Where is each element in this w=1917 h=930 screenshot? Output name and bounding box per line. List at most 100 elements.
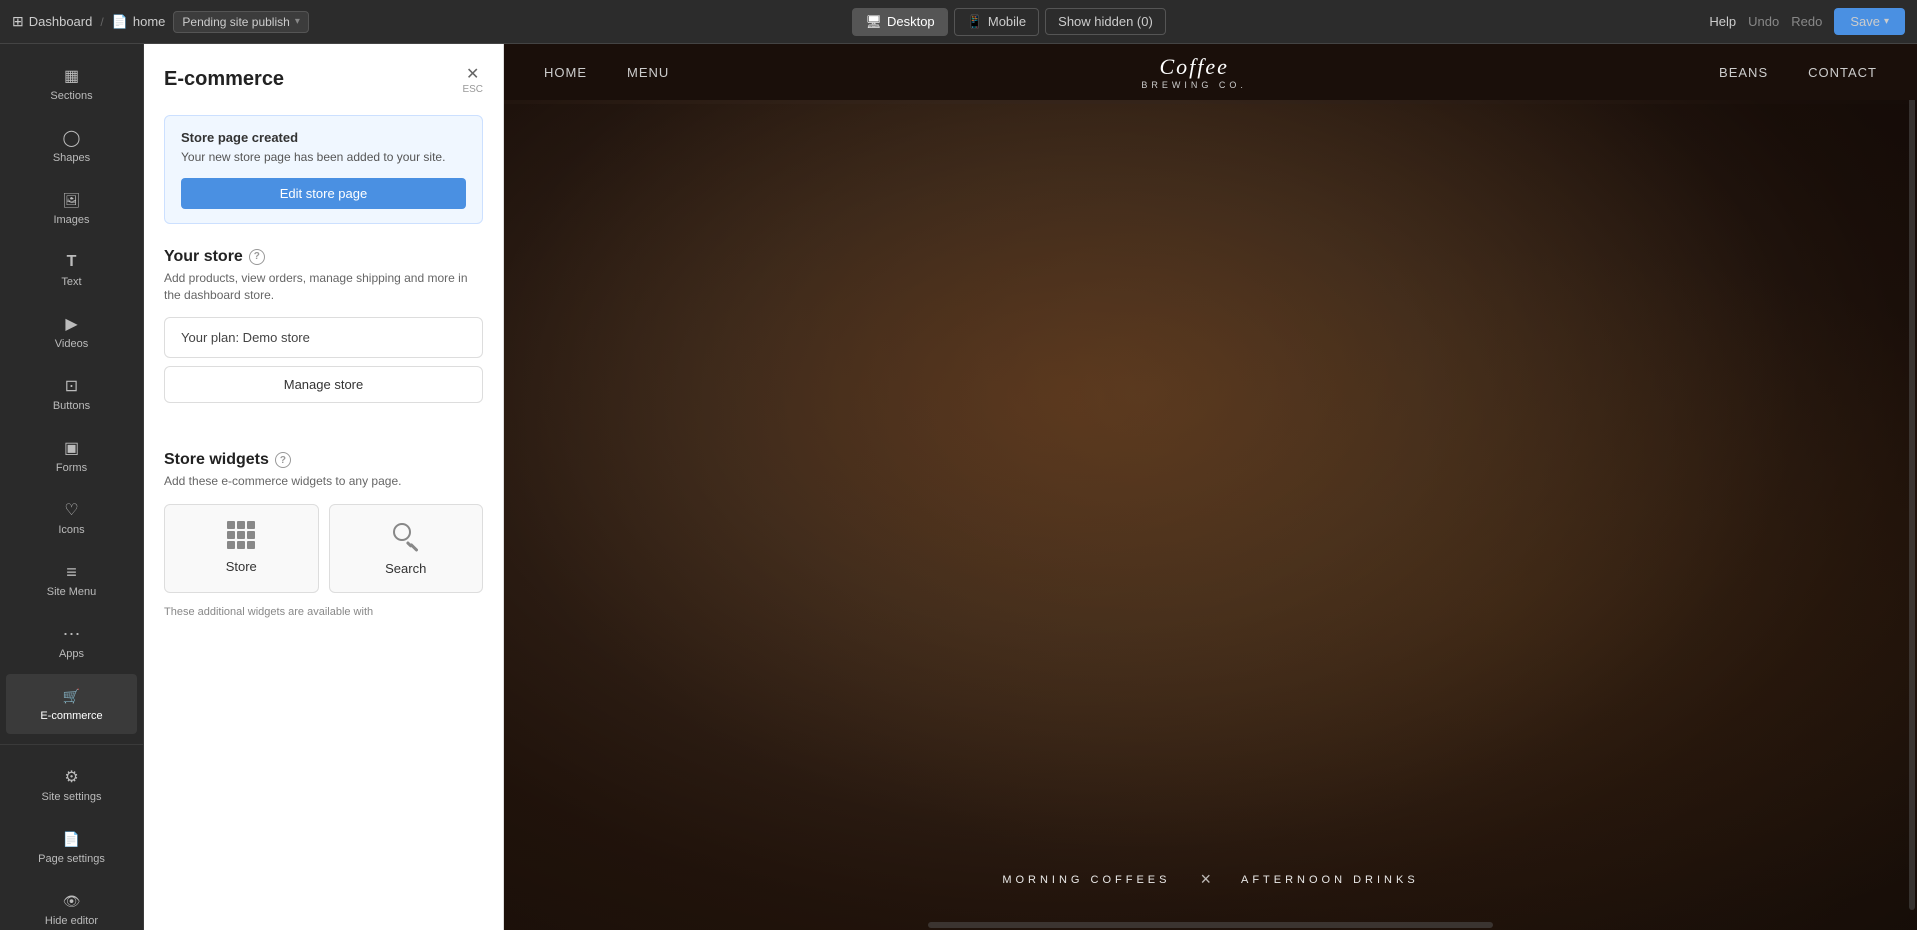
sidebar-item-text[interactable]: Text <box>6 240 137 300</box>
main-area: Sections Shapes Images Text Videos Butto… <box>0 44 1917 930</box>
nav-links-left: HOME MENU <box>544 65 669 80</box>
sidebar-item-sections[interactable]: Sections <box>6 54 137 114</box>
vertical-scrollbar[interactable] <box>1909 64 1915 910</box>
nav-link-beans[interactable]: BEANS <box>1719 65 1768 80</box>
sidebar-item-hideeditor[interactable]: Hide editor <box>6 879 137 930</box>
sidebar-item-buttons[interactable]: Buttons <box>6 364 137 424</box>
desktop-icon: 🖥 <box>865 14 882 30</box>
nav-link-menu[interactable]: MENU <box>627 65 669 80</box>
sidebar-item-label: Shapes <box>53 152 90 164</box>
mobile-icon: 📱 <box>967 14 983 30</box>
videos-icon <box>62 314 82 334</box>
edit-store-page-button[interactable]: Edit store page <box>181 178 466 209</box>
store-widget-icon <box>227 521 255 549</box>
store-widgets-title: Store widgets ? <box>164 451 483 469</box>
panel-close-button[interactable]: ✕ <box>466 64 479 84</box>
sidebar-item-label: Sections <box>50 90 92 102</box>
sidebar-item-label: Videos <box>55 338 88 350</box>
manage-store-button[interactable]: Manage store <box>164 366 483 403</box>
esc-label: ESC <box>462 84 483 95</box>
plan-box: Your plan: Demo store <box>164 317 483 358</box>
sitemenu-icon <box>62 562 82 582</box>
tab-divider: × <box>1200 869 1211 890</box>
store-notice-title: Store page created <box>181 130 466 145</box>
store-widgets-help-icon[interactable]: ? <box>275 452 291 468</box>
mobile-button[interactable]: 📱 Mobile <box>954 8 1039 36</box>
store-widget-label: Store <box>226 559 257 574</box>
ecommerce-icon <box>62 686 82 706</box>
sidebar-item-ecommerce[interactable]: E-commerce <box>6 674 137 734</box>
sidebar-item-label: Icons <box>58 524 84 536</box>
apps-icon <box>62 624 82 644</box>
topbar-left: ⊞ Dashboard / 📄 home Pending site publis… <box>12 11 309 33</box>
text-icon <box>62 252 82 272</box>
panel-close-group: ✕ ESC <box>462 64 483 95</box>
coffee-machine-overlay <box>504 104 1917 930</box>
search-widget-card[interactable]: Search <box>329 504 484 593</box>
sidebar-item-forms[interactable]: Forms <box>6 426 137 486</box>
sidebar-item-sitemenu[interactable]: Site Menu <box>6 550 137 610</box>
store-notice-desc: Your new store page has been added to yo… <box>181 149 466 166</box>
logo-sub: BREWING CO. <box>1141 80 1247 90</box>
logo-main: Coffee <box>1141 54 1247 80</box>
home-link[interactable]: 📄 home <box>112 14 166 30</box>
topbar: ⊞ Dashboard / 📄 home Pending site publis… <box>0 0 1917 44</box>
dashboard-link[interactable]: ⊞ Dashboard <box>12 13 92 30</box>
sidebar-item-label: Site settings <box>42 791 102 803</box>
home-label: home <box>133 14 166 29</box>
pending-label: Pending site publish <box>182 15 289 29</box>
horizontal-scrollbar[interactable] <box>928 922 1493 928</box>
sidebar-item-shapes[interactable]: Shapes <box>6 116 137 176</box>
sidebar-item-apps[interactable]: Apps <box>6 612 137 672</box>
panel-content: Store page created Your new store page h… <box>144 105 503 641</box>
widgets-footer-text: These additional widgets are available w… <box>164 605 483 620</box>
shapes-icon <box>62 128 82 148</box>
page-icon: 📄 <box>112 14 128 30</box>
desktop-button[interactable]: 🖥 Desktop <box>852 8 947 36</box>
widgets-grid: Store Search <box>164 504 483 593</box>
sidebar-item-label: Hide editor <box>45 915 98 927</box>
topbar-separator: / <box>100 15 103 29</box>
sidebar-item-sitesettings[interactable]: Site settings <box>6 755 137 815</box>
preview-scroll: HOME MENU Coffee BREWING CO. BEANS CONTA… <box>504 44 1917 930</box>
sidebar-top: Sections Shapes Images Text Videos Butto… <box>0 44 143 744</box>
sidebar-item-label: E-commerce <box>40 710 102 722</box>
sidebar-item-label: Forms <box>56 462 87 474</box>
show-hidden-button[interactable]: Show hidden (0) <box>1045 8 1166 35</box>
save-dropdown-icon: ▾ <box>1884 16 1889 27</box>
pending-status[interactable]: Pending site publish ▾ <box>173 11 308 33</box>
search-widget-label: Search <box>385 561 426 576</box>
sidebar-item-label: Page settings <box>38 853 105 865</box>
sidebar-item-label: Apps <box>59 648 84 660</box>
sidebar-bottom: Site settings Page settings Hide editor <box>0 744 143 930</box>
your-store-help-icon[interactable]: ? <box>249 249 265 265</box>
buttons-icon <box>62 376 82 396</box>
your-store-desc: Add products, view orders, manage shippi… <box>164 270 483 304</box>
search-widget-icon <box>391 521 421 551</box>
your-store-title: Your store ? <box>164 248 483 266</box>
dashboard-label: Dashboard <box>29 14 93 29</box>
dashboard-icon: ⊞ <box>12 13 24 30</box>
nav-link-home[interactable]: HOME <box>544 65 587 80</box>
pending-dropdown-icon: ▾ <box>295 16 300 27</box>
store-widgets-section: Store widgets ? Add these e-commerce wid… <box>164 451 483 620</box>
sidebar-item-videos[interactable]: Videos <box>6 302 137 362</box>
undo-button[interactable]: Undo <box>1748 14 1779 29</box>
save-button[interactable]: Save ▾ <box>1834 8 1905 35</box>
tab-morning-coffees[interactable]: MORNING COFFEES <box>1002 874 1170 886</box>
hideeditor-icon <box>62 891 82 911</box>
preview-area[interactable]: HOME MENU Coffee BREWING CO. BEANS CONTA… <box>504 44 1917 930</box>
images-icon <box>62 190 82 210</box>
help-link[interactable]: Help <box>1709 14 1736 29</box>
topbar-right: Help Undo Redo Save ▾ <box>1709 8 1905 35</box>
sidebar-item-pagesettings[interactable]: Page settings <box>6 817 137 877</box>
nav-link-contact[interactable]: CONTACT <box>1808 65 1877 80</box>
sidebar-item-images[interactable]: Images <box>6 178 137 238</box>
redo-button[interactable]: Redo <box>1791 14 1822 29</box>
panel-header: E-commerce ✕ ESC <box>144 44 503 105</box>
store-widget-card[interactable]: Store <box>164 504 319 593</box>
sections-icon <box>62 66 82 86</box>
your-store-section: Your store ? Add products, view orders, … <box>164 248 483 428</box>
tab-afternoon-drinks[interactable]: AFTERNOON DRINKS <box>1241 874 1419 886</box>
sidebar-item-icons[interactable]: Icons <box>6 488 137 548</box>
